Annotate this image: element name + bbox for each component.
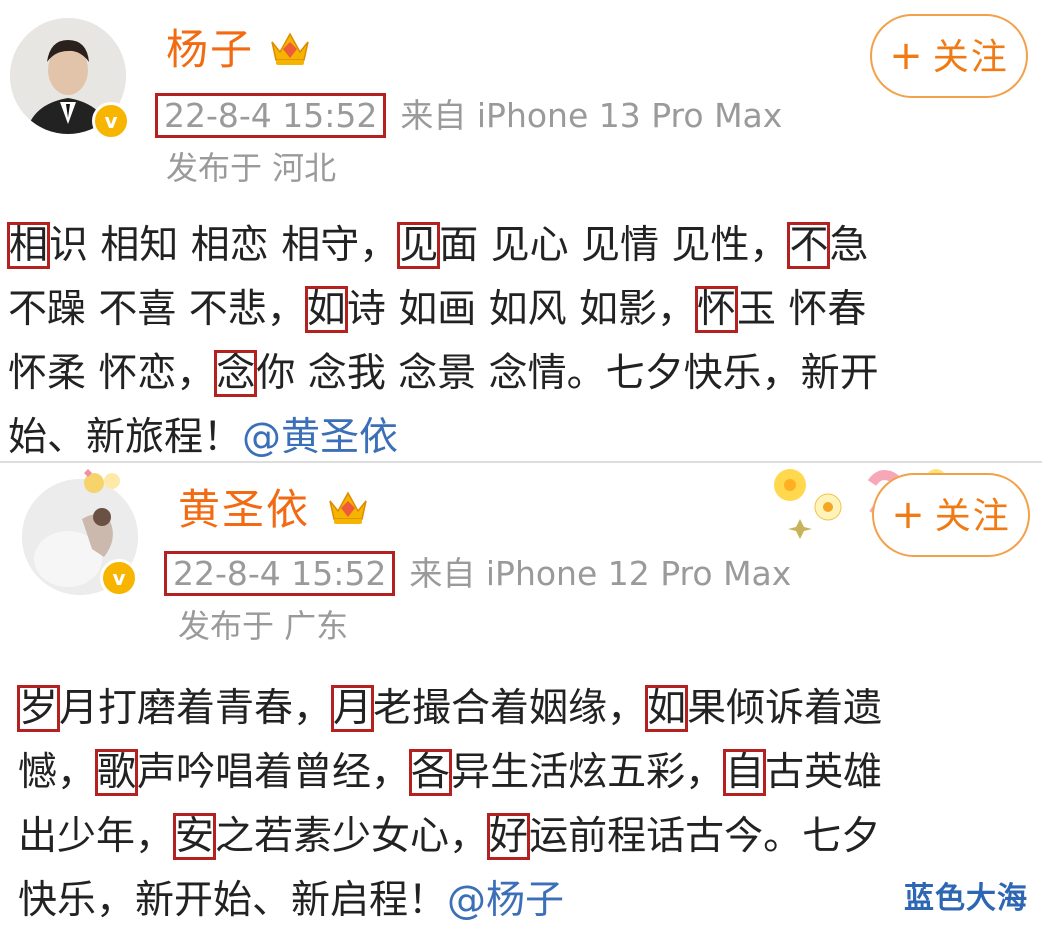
- plus-icon: +: [891, 492, 927, 538]
- content-text: 诗 如画 如风 如影，: [346, 287, 697, 332]
- content-text: 憾，: [18, 750, 97, 795]
- highlight-box: 怀: [695, 286, 739, 333]
- highlight-box: 岁: [16, 685, 61, 732]
- follow-button[interactable]: + 关注: [872, 473, 1030, 557]
- content-text: 不躁 不喜 不悲，: [8, 287, 306, 332]
- verified-badge-icon: v: [100, 559, 138, 597]
- content-line: 岁月打磨着青春，月老撮合着姻缘，如果倾诉着遗: [16, 677, 1038, 741]
- highlight-box: 自: [723, 749, 767, 796]
- plus-icon: +: [889, 33, 925, 79]
- post-source: 来自 iPhone 13 Pro Max: [400, 96, 783, 135]
- highlight-box: 好: [487, 813, 531, 860]
- content-text: 快乐，新开始、新启程！: [18, 878, 448, 923]
- highlight-box: 不: [787, 222, 831, 269]
- highlight-box: 各: [409, 749, 453, 796]
- post-meta: 22-8-4 15:52 来自 iPhone 13 Pro Max: [155, 93, 783, 138]
- content-text: 始、新旅程！: [8, 415, 243, 460]
- content-text: 识 相知 相恋 相守，: [49, 223, 399, 268]
- post-content: 相识 相知 相恋 相守，见面 见心 见情 见性，不急 不躁 不喜 不悲，如诗 如画…: [6, 214, 1028, 470]
- content-line: 不躁 不喜 不悲，如诗 如画 如风 如影，怀玉 怀春: [8, 278, 1028, 342]
- author-name[interactable]: 杨子: [166, 25, 254, 75]
- content-text: 玉 怀春: [737, 287, 867, 332]
- content-text: 面 见心 见情 见性，: [439, 223, 789, 268]
- content-text: 怀柔 怀恋，: [8, 351, 216, 396]
- post-source: 来自 iPhone 12 Pro Max: [409, 554, 792, 593]
- weibo-post-yangzi: v 杨子 22-8-4 15:52 来自 iPhone 13 Pro Max 发布…: [0, 0, 1042, 462]
- content-text: 声吟唱着曾经，: [137, 750, 411, 795]
- post-location: 发布于 河北: [166, 149, 337, 187]
- verified-badge-icon: v: [92, 102, 130, 140]
- weibo-post-huangshengyi: v 黄圣依 22-8-4 15:52 来自 iPhone 12 Pro Max 发…: [0, 463, 1042, 923]
- highlight-box: 相: [6, 222, 51, 269]
- content-text: 运前程话古今。七夕: [529, 814, 881, 859]
- content-text: 你 念我 念景 念情。七夕快乐，新开: [256, 351, 879, 396]
- post-meta: 22-8-4 15:52 来自 iPhone 12 Pro Max: [164, 551, 792, 596]
- highlight-box: 见: [397, 222, 441, 269]
- avatar-frame-deco-icon: [84, 469, 120, 493]
- highlight-box: 安: [173, 813, 217, 860]
- content-text: 果倾诉着遗: [687, 686, 883, 731]
- crown-vip-icon: [271, 32, 309, 65]
- crown-vip-icon: [329, 491, 367, 524]
- post-time[interactable]: 22-8-4 15:52: [155, 93, 387, 138]
- content-text: 月打磨着青春，: [59, 686, 333, 731]
- highlight-box: 如: [304, 286, 348, 333]
- content-text: 异生活炫五彩，: [451, 750, 725, 795]
- highlight-box: 歌: [95, 749, 139, 796]
- highlight-box: 如: [645, 685, 689, 732]
- content-text: 出少年，: [18, 814, 175, 859]
- content-text: 老撮合着姻缘，: [373, 686, 647, 731]
- content-text: 之若素少女心，: [215, 814, 489, 859]
- content-line: 相识 相知 相恋 相守，见面 见心 见情 见性，不急: [6, 214, 1028, 278]
- content-text: 古英雄: [765, 750, 883, 795]
- post-content: 岁月打磨着青春，月老撮合着姻缘，如果倾诉着遗 憾，歌声吟唱着曾经，各异生活炫五彩，…: [16, 677, 1038, 933]
- post-location: 发布于 广东: [178, 607, 349, 645]
- post-time[interactable]: 22-8-4 15:52: [164, 551, 396, 596]
- follow-button[interactable]: + 关注: [870, 14, 1028, 98]
- highlight-box: 念: [214, 350, 258, 397]
- content-text: 急: [829, 223, 869, 268]
- content-line: 出少年，安之若素少女心，好运前程话古今。七夕: [18, 805, 1038, 869]
- highlight-box: 月: [331, 685, 375, 732]
- follow-label: 关注: [932, 37, 1009, 78]
- content-line: 快乐，新开始、新启程！@杨子: [18, 869, 1038, 933]
- content-line: 憾，歌声吟唱着曾经，各异生活炫五彩，自古英雄: [18, 741, 1038, 805]
- content-line: 怀柔 怀恋，念你 念我 念景 念情。七夕快乐，新开: [8, 342, 1028, 406]
- follow-label: 关注: [934, 496, 1011, 537]
- mention-link[interactable]: @杨子: [447, 878, 564, 923]
- watermark: 蓝色大海: [904, 881, 1028, 916]
- mention-link[interactable]: @黄圣依: [242, 415, 398, 460]
- author-name[interactable]: 黄圣依: [178, 485, 310, 535]
